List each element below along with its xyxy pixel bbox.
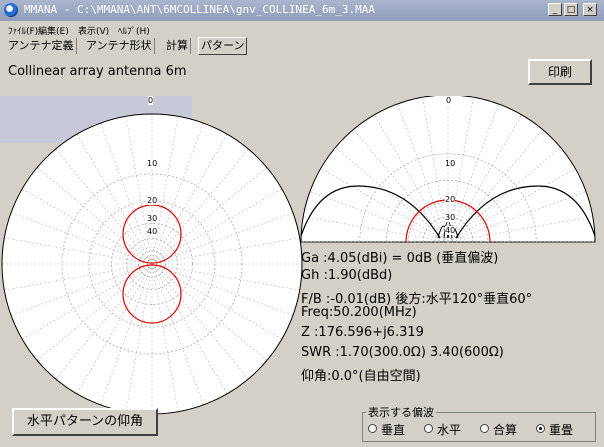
- v-label-40: 40: [445, 226, 456, 235]
- v-label-30: 30: [445, 213, 456, 222]
- result-freq: Freq:50.200(MHz): [301, 305, 417, 320]
- h-label-10: 10: [147, 159, 158, 168]
- radio-vertical[interactable]: 垂直: [368, 421, 405, 438]
- radio-vertical-label: 垂直: [381, 423, 406, 437]
- radio-overlay-indicator[interactable]: [536, 424, 545, 433]
- horizontal-pattern-plot: [1, 113, 303, 415]
- radio-vertical-indicator[interactable]: [368, 424, 377, 433]
- radio-total-label: 合算: [493, 423, 518, 437]
- tab-strip: アンテナ定義 アンテナ形状 計算 パターン: [0, 37, 604, 56]
- menu-file[interactable]: ﾌｧｲﾙ(F): [8, 24, 38, 37]
- menu-view[interactable]: 表示(V): [78, 24, 109, 37]
- radio-total-indicator[interactable]: [480, 424, 489, 433]
- window-title: MMANA - C:\MMANA\ANT\6MCOLLINEA\gnv_COLL…: [24, 3, 375, 16]
- v-label-20: 20: [445, 195, 456, 204]
- maximize-button[interactable]: □: [564, 3, 578, 16]
- horizontal-pattern-elevation-button[interactable]: 水平パターンの仰角: [12, 408, 158, 436]
- radio-horizontal-label: 水平: [437, 423, 462, 437]
- radio-horizontal-indicator[interactable]: [424, 424, 433, 433]
- tab-calculation[interactable]: 計算: [164, 38, 191, 54]
- radio-total[interactable]: 合算: [480, 421, 517, 438]
- v-label-0: 0: [446, 96, 452, 105]
- title-bar[interactable]: MMANA - C:\MMANA\ANT\6MCOLLINEA\gnv_COLL…: [0, 0, 604, 21]
- app-icon[interactable]: [4, 3, 18, 17]
- tab-antenna-shape[interactable]: アンテナ形状: [84, 38, 155, 54]
- menu-help[interactable]: ﾍﾙﾌﾟ(H): [118, 24, 150, 37]
- menu-bar: ﾌｧｲﾙ(F) 編集(E) 表示(V) ﾍﾙﾌﾟ(H): [0, 21, 604, 37]
- result-gh: Gh :1.90(dBd): [301, 268, 393, 283]
- h-label-20: 20: [147, 196, 158, 205]
- print-button[interactable]: 印刷: [528, 59, 592, 85]
- menu-edit[interactable]: 編集(E): [38, 24, 69, 37]
- polarization-label: 表示する偏波: [366, 404, 436, 420]
- result-swr: SWR :1.70(300.0Ω) 3.40(600Ω): [301, 345, 504, 360]
- close-button[interactable]: ×: [583, 3, 597, 16]
- vertical-pattern-plot: [300, 96, 596, 243]
- radio-overlay-label: 重畳: [549, 423, 574, 437]
- tab-antenna-definition[interactable]: アンテナ定義: [6, 38, 77, 54]
- radio-overlay[interactable]: 重畳: [536, 421, 573, 438]
- h-label-0: 0: [148, 96, 154, 105]
- h-label-30: 30: [147, 214, 158, 223]
- tab-pattern[interactable]: パターン: [198, 37, 248, 55]
- v-label-10: 10: [445, 159, 456, 168]
- antenna-name: Collinear array antenna 6m: [8, 64, 187, 79]
- result-z: Z :176.596+j6.319: [301, 325, 424, 340]
- radio-horizontal[interactable]: 水平: [424, 421, 461, 438]
- result-elevation: 仰角:0.0°(自由空間): [301, 369, 421, 384]
- minimize-button[interactable]: _: [548, 3, 562, 16]
- h-label-40: 40: [147, 227, 158, 236]
- result-ga: Ga :4.05(dBi) = 0dB (垂直偏波): [301, 251, 499, 266]
